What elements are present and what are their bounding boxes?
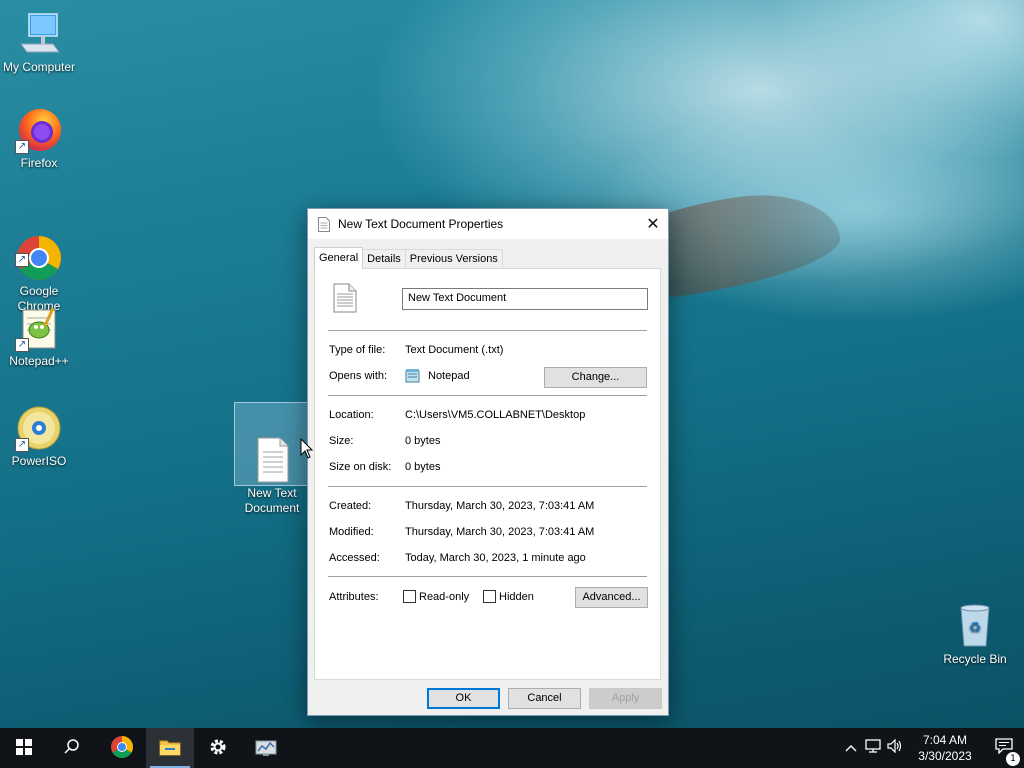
opens-with-value: Notepad: [428, 370, 470, 382]
readonly-label: Read-only: [419, 590, 470, 603]
tab-general[interactable]: General: [314, 247, 364, 269]
advanced-button[interactable]: Advanced...: [575, 587, 648, 608]
readonly-checkbox[interactable]: Read-only: [403, 590, 469, 603]
type-value: Text Document (.txt): [405, 344, 504, 356]
taskbar-file-explorer[interactable]: [146, 728, 194, 768]
desktop-icon-label: My Computer: [2, 60, 76, 74]
type-label: Type of file:: [329, 344, 386, 356]
location-label: Location:: [329, 409, 374, 421]
file-type-icon: [333, 283, 357, 316]
svg-text:♻: ♻: [969, 619, 982, 635]
server-manager-icon: [254, 737, 278, 760]
network-icon[interactable]: [862, 739, 884, 757]
windows-logo-icon: [16, 738, 32, 758]
mouse-cursor-icon: [300, 437, 314, 463]
general-panel: New Text Document Type of file: Text Doc…: [314, 268, 661, 680]
chevron-up-icon[interactable]: [840, 741, 862, 756]
notepad-plus-plus-icon: ↗: [15, 304, 63, 352]
ok-button[interactable]: OK: [427, 688, 500, 709]
taskbar-chrome[interactable]: [98, 728, 146, 768]
desktop-icon-label: Firefox: [20, 156, 58, 170]
tab-previous-versions[interactable]: Previous Versions: [404, 249, 503, 269]
text-document-icon: [318, 216, 330, 232]
dialog-title: New Text Document Properties: [338, 217, 504, 231]
desktop-icon-new-text-document[interactable]: New Text Document: [234, 402, 310, 515]
size-label: Size:: [329, 435, 354, 447]
file-explorer-icon: [159, 738, 181, 759]
modified-label: Modified:: [329, 526, 374, 538]
checkbox-box[interactable]: [483, 590, 496, 603]
taskbar: 7:04 AM 3/30/2023 1: [0, 728, 1024, 768]
checkbox-box[interactable]: [403, 590, 416, 603]
change-button[interactable]: Change...: [544, 367, 647, 388]
hidden-label: Hidden: [499, 590, 534, 603]
system-tray: 7:04 AM 3/30/2023 1: [840, 728, 1024, 768]
poweriso-disc-icon: ↗: [15, 404, 63, 452]
location-value: C:\Users\VM5.COLLABNET\Desktop: [405, 409, 586, 421]
computer-icon: [15, 10, 63, 58]
created-value: Thursday, March 30, 2023, 7:03:41 AM: [405, 500, 595, 512]
shortcut-arrow-icon: ↗: [15, 253, 29, 267]
notification-center-icon[interactable]: 1: [984, 738, 1024, 766]
desktop-icon-notepad-plus-plus[interactable]: ↗ Notepad++: [1, 304, 77, 369]
desktop-icon-poweriso[interactable]: ↗ PowerISO: [1, 404, 77, 469]
desktop-icon-label: PowerISO: [11, 454, 67, 468]
accessed-value: Today, March 30, 2023, 1 minute ago: [405, 552, 586, 564]
volume-icon[interactable]: [884, 738, 906, 757]
notification-badge: 1: [1006, 752, 1020, 766]
notepad-icon: [405, 368, 421, 387]
size-value: 0 bytes: [405, 435, 441, 447]
size-on-disk-label: Size on disk:: [329, 461, 392, 473]
desktop-icon-label: Notepad++: [9, 354, 69, 368]
opens-with-label: Opens with:: [329, 370, 388, 382]
tab-strip: General Details Previous Versions: [314, 247, 503, 269]
cancel-button[interactable]: Cancel: [508, 688, 581, 709]
attributes-label: Attributes:: [329, 591, 379, 603]
clock-time: 7:04 AM: [922, 733, 968, 747]
shortcut-arrow-icon: ↗: [15, 140, 29, 154]
divider: [328, 486, 647, 487]
clock-date: 3/30/2023: [918, 749, 972, 763]
taskbar-server-manager[interactable]: [242, 728, 290, 768]
created-label: Created:: [329, 500, 372, 512]
dialog-titlebar[interactable]: New Text Document Properties ✕: [308, 209, 668, 239]
size-on-disk-value: 0 bytes: [405, 461, 441, 473]
properties-dialog: New Text Document Properties ✕ General D…: [307, 208, 669, 716]
desktop-icon-label: New Text Document: [244, 486, 300, 515]
hidden-checkbox[interactable]: Hidden: [483, 590, 534, 603]
desktop-icon-recycle-bin[interactable]: ♻ Recycle Bin: [937, 602, 1013, 667]
file-name-input[interactable]: New Text Document: [402, 288, 648, 310]
settings-icon: [208, 737, 228, 760]
accessed-label: Accessed:: [329, 552, 380, 564]
tab-details[interactable]: Details: [362, 249, 406, 269]
chrome-icon: ↗: [15, 219, 63, 280]
clock[interactable]: 7:04 AM 3/30/2023: [906, 732, 984, 764]
taskbar-settings[interactable]: [194, 728, 242, 768]
chrome-icon: [110, 735, 134, 762]
recycle-bin-icon: ♻: [951, 602, 999, 650]
shortcut-arrow-icon: ↗: [15, 338, 29, 352]
shortcut-arrow-icon: ↗: [15, 438, 29, 452]
close-icon[interactable]: ✕: [638, 209, 668, 239]
start-button[interactable]: [0, 728, 48, 768]
desktop-icon-my-computer[interactable]: My Computer: [1, 10, 77, 75]
modified-value: Thursday, March 30, 2023, 7:03:41 AM: [405, 526, 595, 538]
search-icon: [64, 738, 80, 758]
divider: [328, 576, 647, 577]
apply-button[interactable]: Apply: [589, 688, 662, 709]
divider: [328, 395, 647, 396]
text-document-icon: [248, 421, 296, 483]
divider: [328, 330, 647, 331]
firefox-icon: ↗: [15, 106, 63, 154]
desktop-icon-label: Recycle Bin: [943, 652, 1007, 666]
desktop-icon-firefox[interactable]: ↗ Firefox: [1, 106, 77, 171]
search-button[interactable]: [48, 728, 96, 768]
